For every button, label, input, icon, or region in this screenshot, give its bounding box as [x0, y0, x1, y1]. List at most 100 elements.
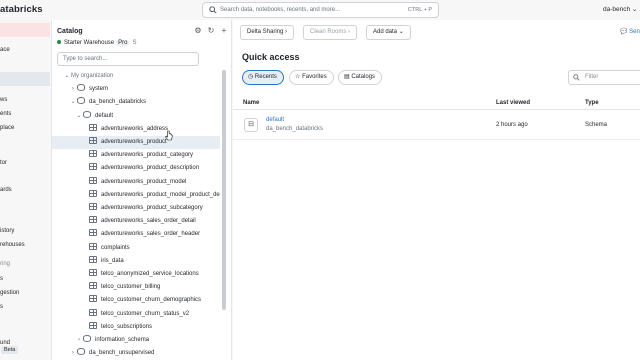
tree-item-label: da_bench_unsupervised: [89, 350, 155, 357]
sidebar-item-0[interactable]: [0, 23, 50, 37]
database-icon: [77, 97, 85, 105]
tree-item[interactable]: telco_anonymized_service_locations: [52, 268, 220, 281]
send-feedback-link[interactable]: 💬 Sen: [620, 28, 640, 35]
tree-item[interactable]: adventureworks_product_model_product_des…: [52, 189, 220, 202]
sidebar-item-9[interactable]: rehouses: [0, 238, 50, 252]
catalog-scrollbar[interactable]: [222, 70, 226, 310]
star-icon: ☆: [295, 74, 301, 80]
clock-icon: ◷: [248, 74, 254, 80]
sidebar-item-6[interactable]: tor: [0, 156, 50, 170]
tree-item[interactable]: telco_subscriptions: [52, 321, 220, 334]
table-icon: [89, 229, 97, 237]
table-icon: [89, 163, 97, 171]
tree-item-label: adventureworks_product_subcategory: [101, 205, 203, 211]
tree-item[interactable]: telco_customer_billing: [52, 281, 220, 294]
delta-sharing-button[interactable]: Delta Sharing ›: [240, 25, 295, 40]
tree-item[interactable]: adventureworks_sales_order_detail: [52, 215, 220, 228]
tree-item[interactable]: adventureworks_product: [52, 136, 220, 149]
sidebar-item-1[interactable]: ace: [0, 43, 50, 57]
tree-item-label: telco_anonymized_service_locations: [101, 271, 199, 277]
tree-item[interactable]: adventureworks_product_category: [52, 149, 220, 162]
quick-access-title: Quick access: [242, 52, 300, 62]
sidebar-item-3[interactable]: ws: [0, 93, 50, 107]
sidebar-item-5[interactable]: place: [0, 121, 50, 135]
table-icon: [89, 308, 97, 316]
tree-item[interactable]: telco_customer_churn_demographics: [52, 294, 220, 307]
row-divider: [233, 139, 640, 140]
tree-item[interactable]: › system: [52, 83, 220, 96]
user-menu[interactable]: da-bench ⌄: [603, 5, 637, 13]
table-icon: [89, 321, 97, 329]
search-icon: [573, 74, 580, 83]
row-name-link[interactable]: default: [266, 117, 284, 123]
tree-item-label: adventureworks_product: [101, 139, 167, 145]
tree-item[interactable]: adventureworks_sales_order_header: [52, 228, 220, 241]
settings-icon[interactable]: ⚙: [193, 26, 203, 36]
tree-item[interactable]: › da_bench_unsupervised: [52, 347, 220, 360]
sidebar-item-7[interactable]: ards: [0, 183, 50, 197]
tree-item[interactable]: ⌄My organization: [52, 70, 220, 83]
tree-item-label: system: [89, 86, 109, 93]
chevron-down-icon[interactable]: ⌄: [63, 70, 71, 83]
table-row[interactable]: ⊟ default da_bench_databricks 2 hours ag…: [233, 111, 640, 139]
tree-item[interactable]: adventureworks_product_description: [52, 162, 220, 175]
brand-logo[interactable]: atabricks: [0, 4, 43, 15]
table-icon: [89, 295, 97, 303]
chevron-right-icon: ›: [285, 29, 288, 35]
sidebar-item-10[interactable]: ring: [0, 257, 50, 271]
add-icon[interactable]: +: [219, 26, 229, 36]
tab-catalogs[interactable]: ▤ Catalogs: [338, 70, 383, 85]
chevron-right-icon[interactable]: ›: [75, 334, 83, 347]
table-icon: [89, 269, 97, 276]
global-search-input[interactable]: Search data, notebooks, recents, and mor…: [202, 2, 439, 18]
tree-item[interactable]: ⌄ da_bench_databricks: [52, 96, 220, 109]
add-data-button[interactable]: Add data ⌄: [366, 25, 411, 40]
tree-item[interactable]: iris_data: [52, 255, 220, 268]
table-icon: [89, 203, 97, 210]
chevron-right-icon[interactable]: ›: [69, 347, 77, 360]
header-divider: [233, 109, 640, 110]
tree-item-label: complaints: [101, 244, 130, 251]
sidebar-item-2[interactable]: [0, 72, 50, 86]
chevron-down-icon: ⌄: [631, 6, 638, 13]
catalog-search-input[interactable]: Type to search...: [57, 52, 199, 66]
feedback-icon: 💬: [620, 29, 628, 35]
sidebar-item-12[interactable]: gestion: [0, 286, 50, 300]
tree-item-label: adventureworks_product_model: [101, 178, 187, 185]
tree-item[interactable]: › information_schema: [52, 334, 220, 347]
tree-item-label: adventureworks_address: [101, 125, 169, 132]
tree-item[interactable]: adventureworks_product_subcategory: [52, 202, 220, 215]
tree-item[interactable]: telco_customer_churn_status_v2: [52, 308, 220, 321]
column-header-name[interactable]: Name: [243, 100, 259, 106]
tree-item-label: adventureworks_sales_order_header: [101, 231, 201, 238]
table-icon: [89, 282, 97, 290]
clean-rooms-button[interactable]: Clean Rooms ›: [303, 25, 358, 40]
chevron-down-icon[interactable]: ⌄: [69, 96, 77, 109]
sidebar-item-11[interactable]: s: [0, 272, 50, 286]
tree-item[interactable]: ⌄ default: [52, 110, 220, 123]
tree-item-label: default: [95, 112, 114, 119]
search-shortcut: CTRL + P: [407, 7, 432, 13]
search-icon: [209, 6, 217, 16]
tree-item-label: adventureworks_product_model_product_des…: [101, 191, 220, 198]
sidebar-item-13[interactable]: s: [0, 300, 50, 314]
tree-item-label: My organization: [71, 73, 114, 79]
sidebar-item-4[interactable]: ents: [0, 107, 50, 121]
row-type: Schema: [585, 122, 608, 128]
column-header-last-viewed[interactable]: Last viewed: [496, 100, 530, 106]
tree-item[interactable]: adventureworks_product_model: [52, 176, 220, 189]
chevron-down-icon[interactable]: ⌄: [75, 110, 83, 123]
refresh-icon[interactable]: ↻: [206, 26, 216, 36]
chevron-right-icon[interactable]: ›: [69, 83, 77, 96]
tab-recents[interactable]: ◷ Recents: [242, 70, 284, 85]
table-icon: [89, 176, 97, 184]
database-icon: [77, 84, 85, 92]
database-icon: [83, 110, 91, 118]
tab-favorites[interactable]: ☆ Favorites: [289, 70, 334, 85]
table-icon: [89, 242, 97, 250]
tree-item[interactable]: adventureworks_address: [52, 123, 220, 136]
warehouse-selector[interactable]: Starter Warehouse Pro S: [57, 40, 137, 46]
sidebar-item-8[interactable]: istory: [0, 224, 50, 238]
tree-item[interactable]: complaints: [52, 242, 220, 255]
column-header-type[interactable]: Type: [585, 100, 599, 106]
